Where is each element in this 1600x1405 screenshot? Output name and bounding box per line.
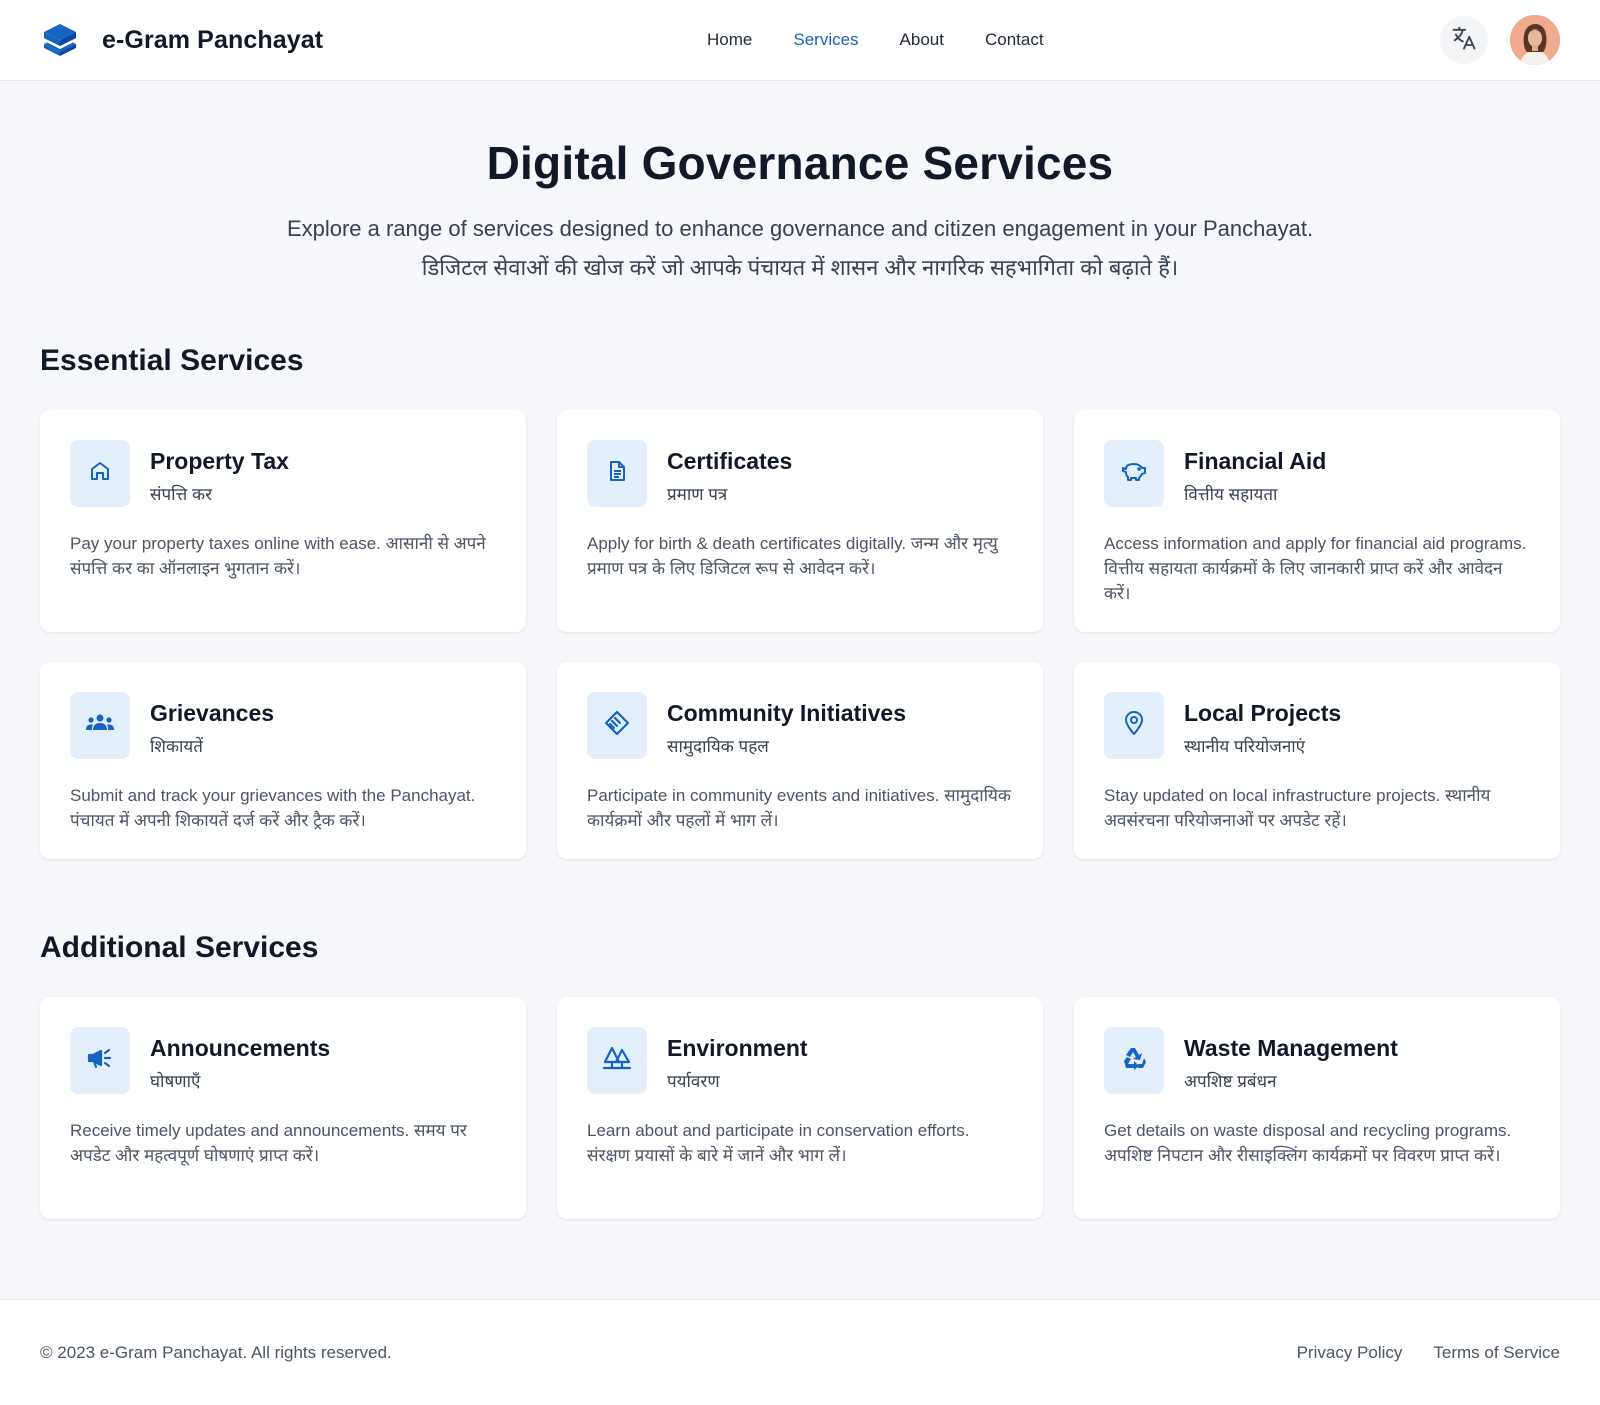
service-card-environment[interactable]: Environment पर्यावरण Learn about and par… [557,997,1043,1219]
megaphone-icon [86,1046,114,1075]
card-subtitle: सामुदायिक पहल [667,737,769,756]
privacy-policy-link[interactable]: Privacy Policy [1297,1343,1403,1363]
card-subtitle: शिकायतें [150,737,203,756]
card-title: Certificates [667,448,793,474]
location-pin-icon [1122,710,1146,741]
card-title: Local Projects [1184,700,1342,726]
section-heading: Additional Services [40,931,319,964]
service-card-community-initiatives[interactable]: Community Initiatives सामुदायिक पहल Part… [557,662,1043,859]
layers-icon [40,20,80,60]
card-subtitle: स्थानीय परियोजनाएं [1184,737,1306,756]
card-title: Waste Management [1184,1035,1398,1061]
hero-subtitle-hindi: डिजिटल सेवाओं की खोज करें जो आपके पंचायत… [421,255,1179,280]
copyright-text: © 2023 e-Gram Panchayat. All rights rese… [40,1342,392,1362]
card-subtitle: घोषणाएँ [150,1072,201,1091]
card-description: Participate in community events and init… [587,786,1011,830]
recycle-icon [1120,1044,1148,1077]
section-heading: Essential Services [40,344,304,377]
header-actions [1440,15,1560,65]
card-description: Access information and apply for financi… [1104,534,1527,603]
page-title: Digital Governance Services [486,137,1114,189]
main-nav: Home Services About Contact [707,0,1044,80]
service-card-announcements[interactable]: Announcements घोषणाएँ Receive timely upd… [40,997,526,1219]
essential-services-grid: Property Tax संपत्ति कर Pay your propert… [40,410,1560,859]
card-title: Announcements [150,1035,331,1061]
hero: Digital Governance Services Explore a ra… [0,81,1600,282]
service-card-waste-management[interactable]: Waste Management अपशिष्ट प्रबंधन Get det… [1074,997,1560,1219]
card-subtitle: प्रमाण पत्र [667,485,728,504]
nav-about[interactable]: About [900,30,944,50]
handshake-icon [603,709,631,742]
top-header: e-Gram Panchayat Home Services About Con… [0,0,1600,81]
card-description: Stay updated on local infrastructure pro… [1104,786,1491,830]
footer-links: Privacy Policy Terms of Service [1297,1343,1560,1363]
additional-services-grid: Announcements घोषणाएँ Receive timely upd… [40,997,1560,1219]
nav-home[interactable]: Home [707,30,752,50]
additional-services-section: Additional Services Announcements घोषणाए… [0,931,1600,1219]
translate-icon [1450,24,1478,57]
footer: © 2023 e-Gram Panchayat. All rights rese… [0,1299,1600,1405]
card-description: Submit and track your grievances with th… [70,786,476,830]
card-description: Pay your property taxes online with ease… [70,534,486,578]
service-card-certificates[interactable]: Certificates प्रमाण पत्र Apply for birth… [557,410,1043,632]
home-icon [88,459,112,488]
service-card-grievances[interactable]: Grievances शिकायतें Submit and track you… [40,662,526,859]
language-button[interactable] [1440,16,1488,64]
essential-services-section: Essential Services Property Tax संपत्ति … [0,344,1600,859]
card-subtitle: वित्तीय सहायता [1184,485,1278,504]
card-description: Learn about and participate in conservat… [587,1121,970,1165]
card-description: Receive timely updates and announcements… [70,1121,467,1165]
nav-services[interactable]: Services [793,30,858,50]
service-card-local-projects[interactable]: Local Projects स्थानीय परियोजनाएं Stay u… [1074,662,1560,859]
forest-icon [602,1045,632,1076]
card-subtitle: संपत्ति कर [150,485,213,504]
card-title: Financial Aid [1184,448,1327,474]
avatar[interactable] [1510,15,1560,65]
card-description: Get details on waste disposal and recycl… [1104,1121,1512,1165]
card-title: Property Tax [150,448,289,474]
card-title: Environment [667,1035,808,1061]
nav-contact[interactable]: Contact [985,30,1044,50]
document-icon [605,459,629,488]
groups-icon [85,712,115,739]
hero-subtitle-english: Explore a range of services designed to … [286,216,1314,241]
brand[interactable]: e-Gram Panchayat [40,20,323,60]
terms-of-service-link[interactable]: Terms of Service [1433,1343,1560,1363]
card-title: Grievances [150,700,275,726]
card-subtitle: पर्यावरण [667,1072,720,1091]
card-subtitle: अपशिष्ट प्रबंधन [1184,1072,1277,1091]
service-card-financial-aid[interactable]: Financial Aid वित्तीय सहायता Access info… [1074,410,1560,632]
card-description: Apply for birth & death certificates dig… [587,534,998,578]
brand-name: e-Gram Panchayat [102,25,324,54]
piggy-bank-icon [1121,459,1147,488]
service-card-property-tax[interactable]: Property Tax संपत्ति कर Pay your propert… [40,410,526,632]
card-title: Community Initiatives [667,700,906,726]
